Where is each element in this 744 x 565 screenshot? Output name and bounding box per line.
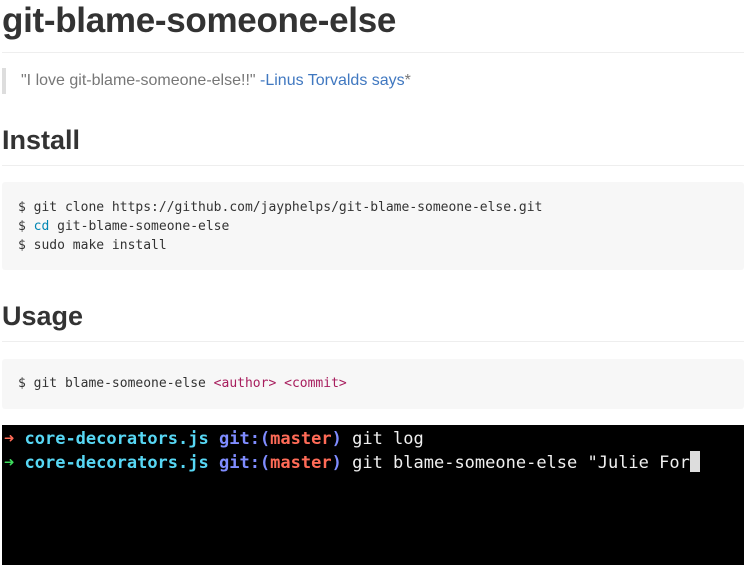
terminal-line: ➜ core-decorators.js git:(master) git bl… [2, 451, 744, 475]
page-title: git-blame-someone-else [2, 1, 397, 40]
code-line: $ git clone https://github.com/jayphelps… [18, 200, 543, 215]
terminal-cursor [689, 451, 700, 472]
prompt-arrow-icon: ➜ [4, 429, 15, 449]
title-divider [2, 52, 744, 53]
terminal-directory: core-decorators.js [24, 453, 209, 473]
usage-code-block: $ git blame-someone-else <author> <commi… [2, 359, 744, 409]
install-divider [2, 165, 744, 166]
quote-block: "I love git-blame-someone-else!!" -Linus… [2, 68, 411, 94]
code-line: $ sudo make install [18, 238, 167, 253]
terminal-command: git log [352, 429, 424, 449]
terminal-command-input[interactable]: git blame-someone-else "Julie For [352, 453, 690, 473]
usage-heading: Usage [2, 301, 84, 331]
terminal-directory: core-decorators.js [24, 429, 209, 449]
terminal-branch: master [270, 429, 332, 449]
quote-author-link[interactable]: -Linus Torvalds says [260, 72, 405, 89]
prompt-arrow-icon: ➜ [4, 453, 15, 473]
install-heading: Install [2, 125, 81, 155]
terminal-window[interactable]: ➜ core-decorators.js git:(master) git lo… [2, 425, 744, 565]
usage-divider [2, 341, 744, 342]
terminal-line: ➜ core-decorators.js git:(master) git lo… [4, 429, 424, 449]
code-line: $ git blame-someone-else <author> <commi… [18, 376, 347, 391]
code-line: $ cd git-blame-someone-else [18, 219, 230, 234]
quote-suffix: * [404, 72, 411, 89]
install-code-block: $ git clone https://github.com/jayphelps… [2, 182, 744, 270]
quote-text: "I love git-blame-someone-else!!" [21, 72, 261, 89]
terminal-branch: master [270, 453, 332, 473]
